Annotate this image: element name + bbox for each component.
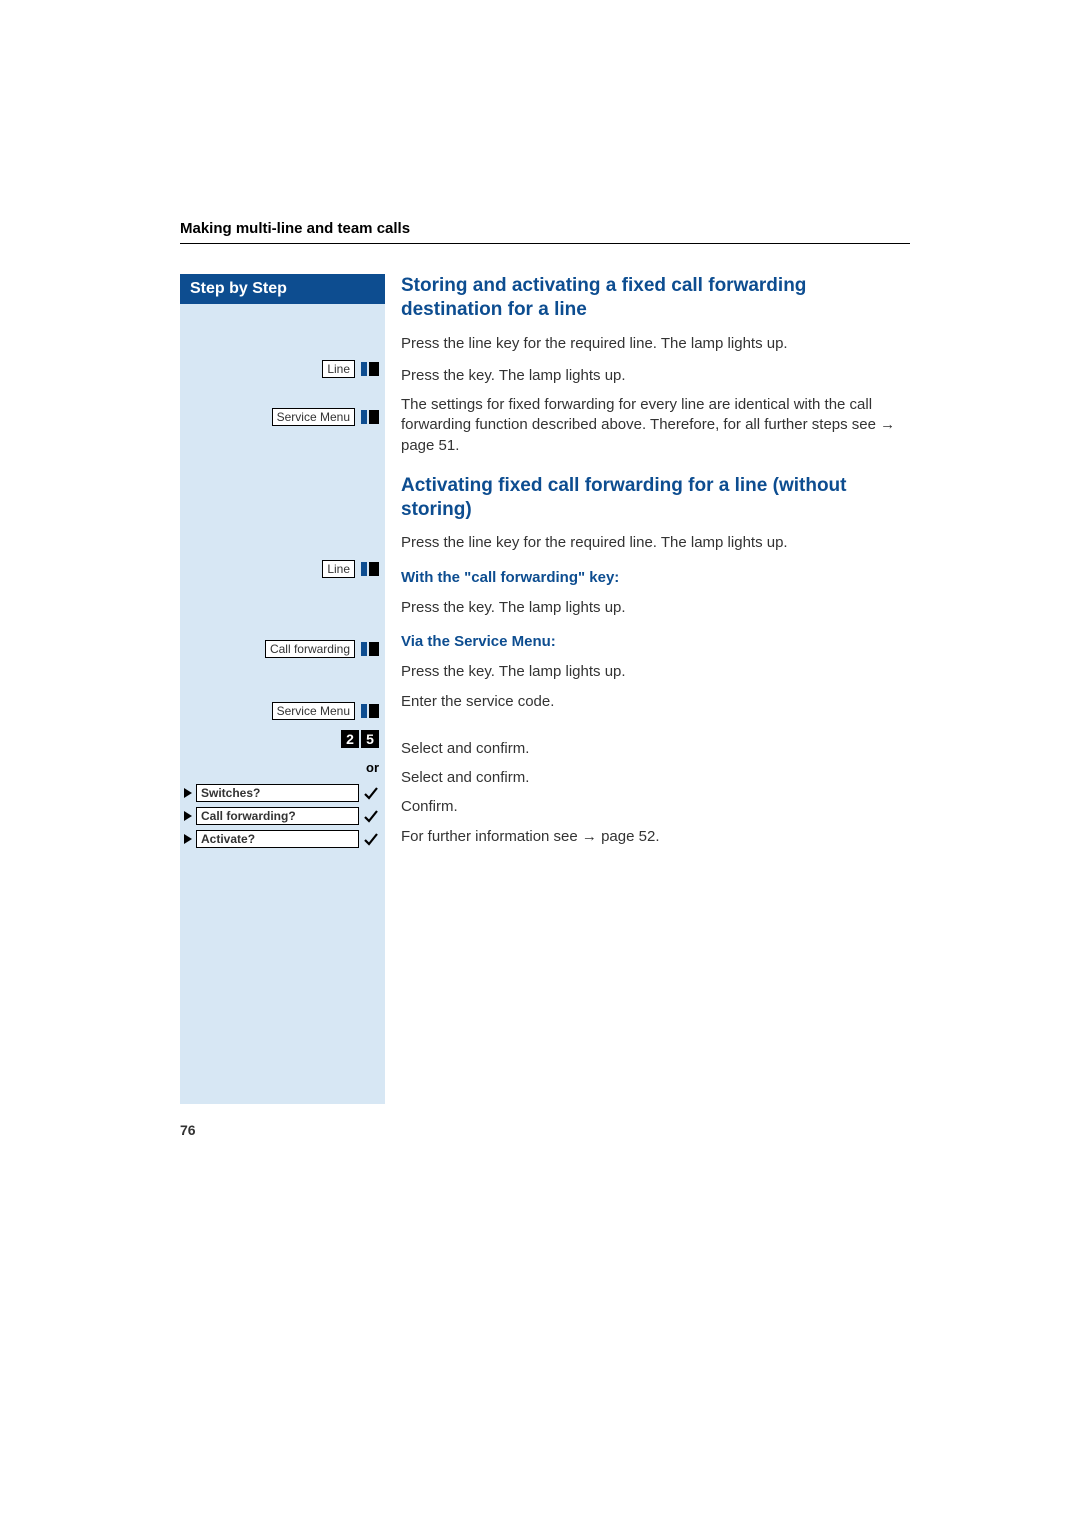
menu-activate-row: Activate?	[180, 830, 379, 848]
menu-arrow-icon	[184, 811, 192, 821]
text-settings-body: The settings for fixed forwarding for ev…	[401, 396, 880, 433]
text-press-key-3: Press the key. The lamp lights up.	[401, 662, 910, 682]
call-forwarding-key-label: Call forwarding	[265, 640, 355, 658]
menu-switches-row: Switches?	[180, 784, 379, 802]
menu-arrow-icon	[184, 834, 192, 844]
text-press-key: Press the key. The lamp lights up.	[401, 366, 910, 386]
line-key-label: Line	[322, 560, 355, 578]
check-icon	[363, 785, 379, 801]
line-key-row-2: Line	[180, 558, 379, 580]
step-sidebar: Step by Step Line Service Men	[180, 274, 385, 1104]
text-enter-code: Enter the service code.	[401, 692, 910, 712]
main-content: Storing and activating a fixed call forw…	[385, 274, 910, 856]
text-press-line: Press the line key for the required line…	[401, 334, 910, 354]
page-ref-52[interactable]: page 52.	[601, 828, 659, 845]
check-icon	[363, 808, 379, 824]
menu-activate-label: Activate?	[196, 830, 359, 848]
arrow-icon: →	[880, 416, 895, 433]
check-icon	[363, 831, 379, 847]
service-menu-key-row-2: Service Menu	[180, 700, 379, 722]
or-row: or	[180, 756, 379, 778]
line-key-row: Line	[180, 358, 379, 380]
heading-storing: Storing and activating a fixed call forw…	[401, 274, 910, 322]
text-confirm: Confirm.	[401, 797, 910, 817]
service-menu-key-label: Service Menu	[272, 702, 355, 720]
text-press-key-2: Press the key. The lamp lights up.	[401, 598, 910, 618]
service-menu-key-label: Service Menu	[272, 408, 355, 426]
digit-5: 5	[361, 730, 379, 748]
page-ref-51[interactable]: page 51.	[401, 437, 459, 454]
sidebar-title: Step by Step	[180, 274, 385, 304]
menu-call-forwarding-label: Call forwarding?	[196, 807, 359, 825]
lamp-icon	[361, 562, 379, 576]
lamp-icon	[361, 362, 379, 376]
menu-switches-label: Switches?	[196, 784, 359, 802]
text-press-line-2: Press the line key for the required line…	[401, 533, 910, 553]
page-number: 76	[180, 1122, 196, 1138]
digit-2: 2	[341, 730, 359, 748]
section-header: Making multi-line and team calls	[180, 220, 910, 237]
text-select-confirm-2: Select and confirm.	[401, 768, 910, 788]
menu-arrow-icon	[184, 788, 192, 798]
lamp-icon	[361, 642, 379, 656]
arrow-icon: →	[582, 828, 601, 845]
text-settings: The settings for fixed forwarding for ev…	[401, 395, 910, 456]
header-rule	[180, 243, 910, 244]
call-forwarding-key-row: Call forwarding	[180, 638, 379, 660]
or-label: or	[366, 760, 379, 775]
text-select-confirm-1: Select and confirm.	[401, 739, 910, 759]
service-code-row: 2 5	[180, 728, 379, 750]
lamp-icon	[361, 410, 379, 424]
lamp-icon	[361, 704, 379, 718]
menu-call-forwarding-row: Call forwarding?	[180, 807, 379, 825]
line-key-label: Line	[322, 360, 355, 378]
subheading-cf-key: With the "call forwarding" key:	[401, 568, 910, 588]
service-menu-key-row: Service Menu	[180, 406, 379, 428]
heading-activating: Activating fixed call forwarding for a l…	[401, 474, 910, 522]
text-further-info: For further information see → page 52.	[401, 827, 910, 847]
subheading-service-menu: Via the Service Menu:	[401, 632, 910, 652]
text-further-info-body: For further information see	[401, 828, 582, 845]
